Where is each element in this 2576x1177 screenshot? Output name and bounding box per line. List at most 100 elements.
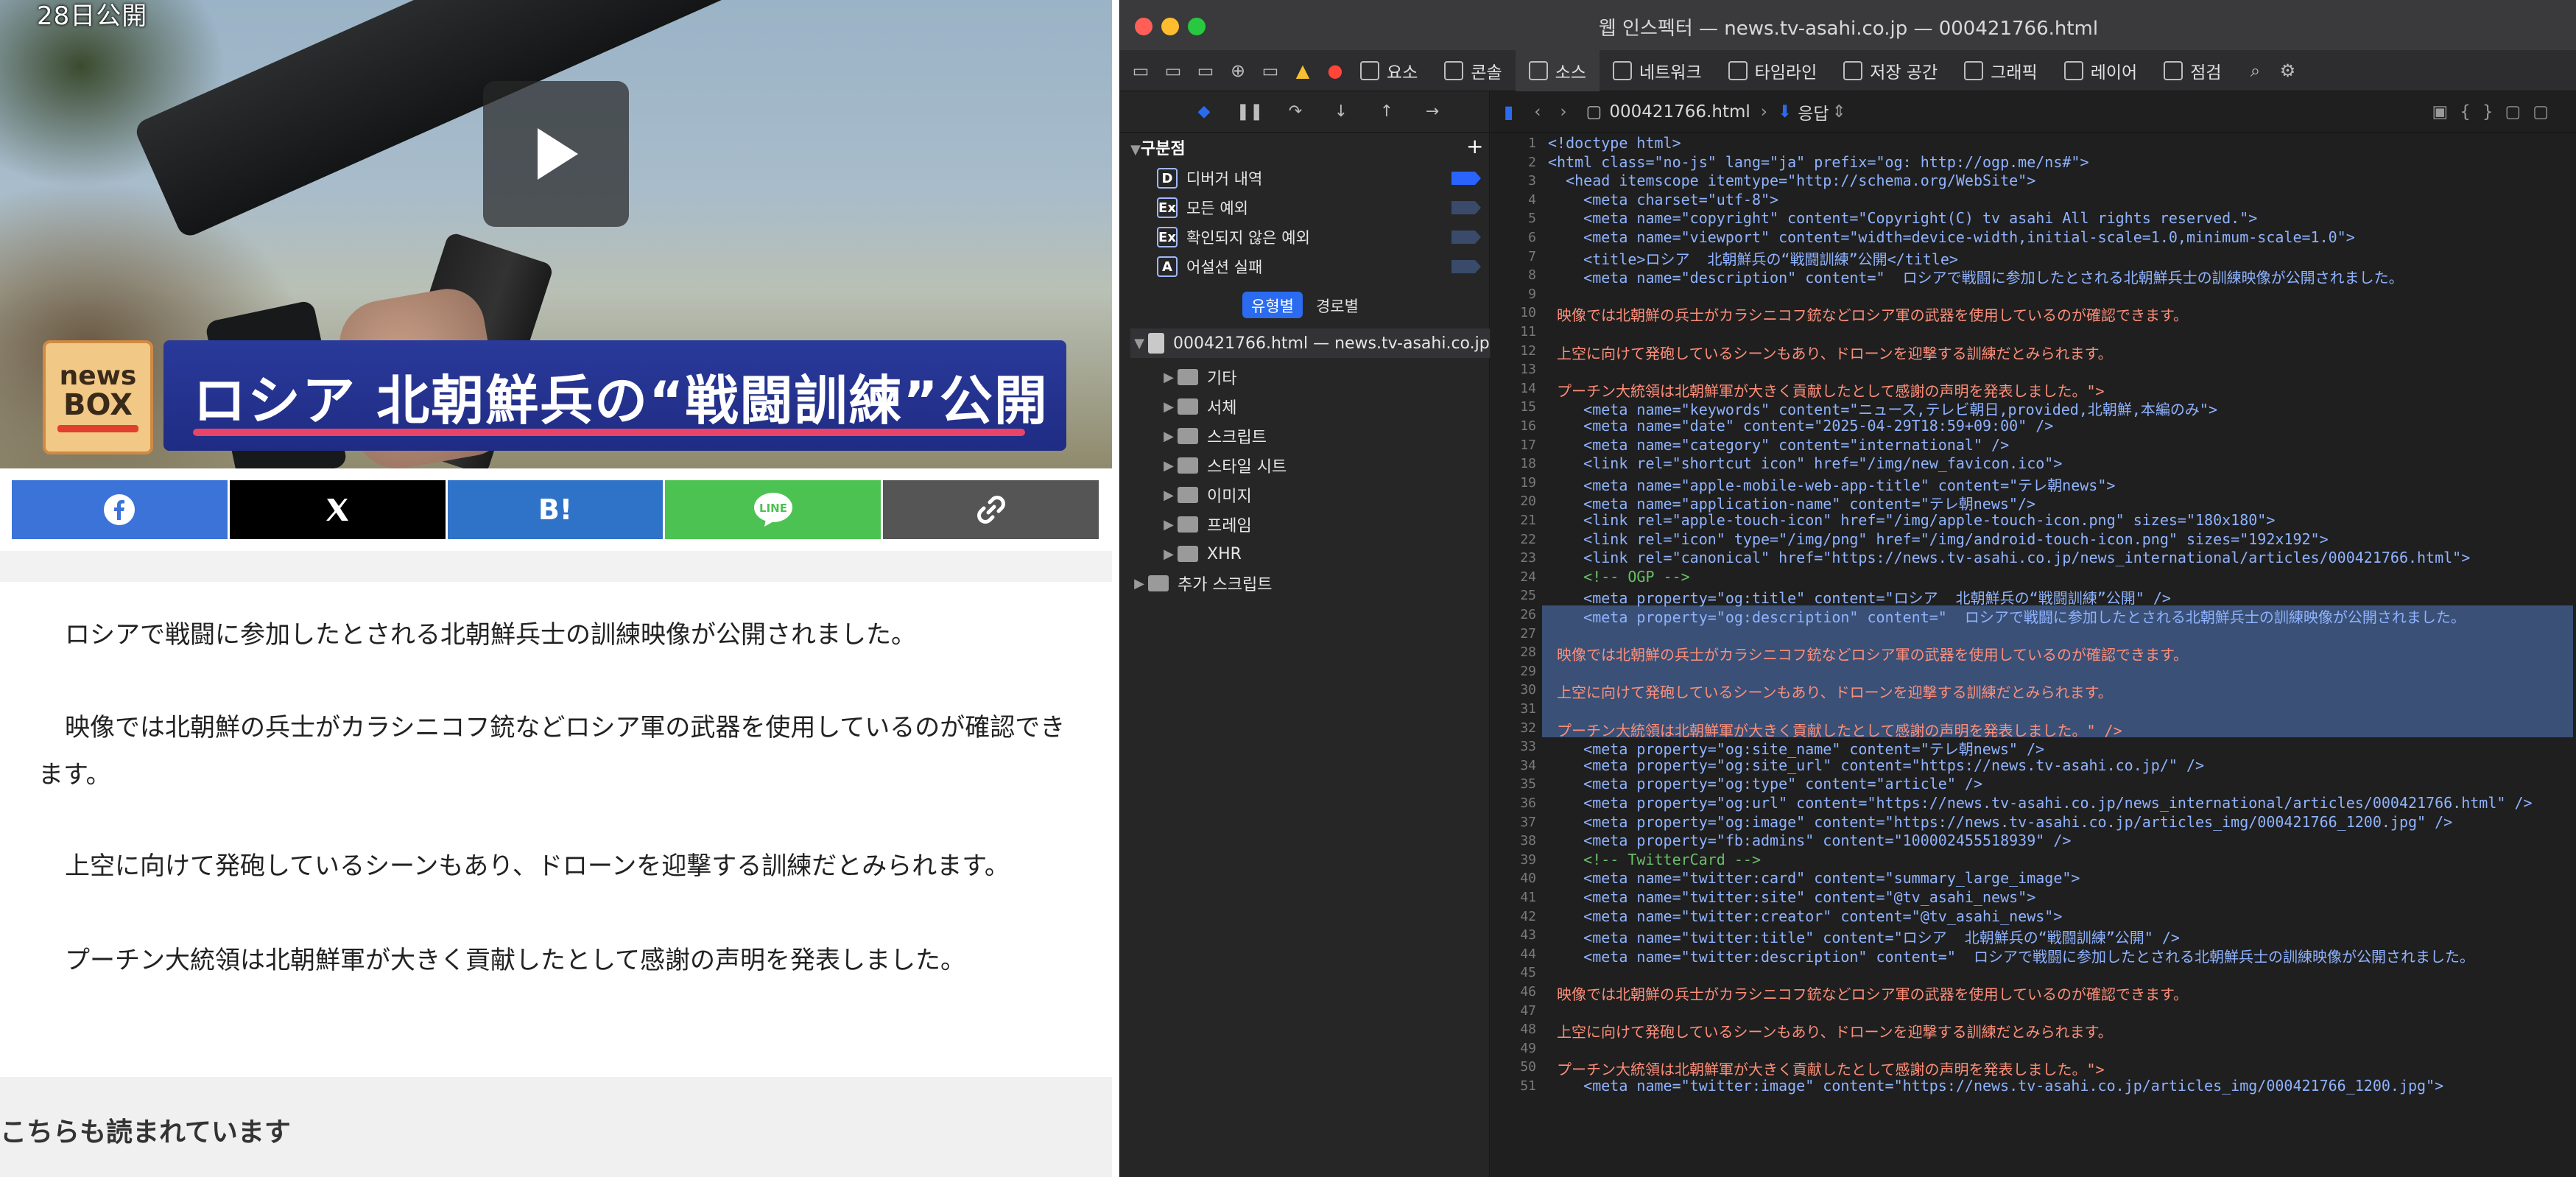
- line-number: 49: [1520, 1040, 1536, 1056]
- headline-underline: [193, 429, 1025, 436]
- breakpoint-item[interactable]: D 디버거 내역: [1157, 165, 1481, 192]
- breakpoint-flag-icon[interactable]: [1451, 231, 1481, 244]
- forward-icon[interactable]: ›: [1560, 102, 1566, 122]
- tab-timeline[interactable]: 타임라인: [1715, 50, 1831, 91]
- breakpoints-heading[interactable]: ▼구분점: [1130, 136, 1186, 159]
- copy-link-button[interactable]: [883, 480, 1099, 539]
- code-line: <meta name="category" content="internati…: [1548, 435, 2010, 454]
- folder-icon: [1178, 516, 1198, 533]
- tab-label: 그래픽: [1991, 63, 2038, 82]
- dock-bottom-icon[interactable]: ▭: [1161, 59, 1185, 82]
- share-hatena-button[interactable]: B!: [447, 480, 664, 539]
- line-number: 26: [1520, 607, 1536, 622]
- web-inspector-window: 웹 인스펙터 — news.tv-asahi.co.jp — 000421766…: [1119, 0, 2576, 1177]
- resource-folder[interactable]: ▶ 추가 스크립트: [1130, 570, 1272, 597]
- error-icon[interactable]: ●: [1323, 59, 1347, 82]
- tab-storage[interactable]: 저장 공간: [1830, 50, 1951, 91]
- code-line: <meta name="twitter:card" content="summa…: [1548, 869, 2080, 888]
- tab-label: 네트워크: [1639, 63, 1702, 82]
- resource-root-item[interactable]: ▼ 000421766.html — news.tv-asahi.co.jp: [1130, 328, 1490, 358]
- line-number: 42: [1520, 908, 1536, 924]
- video-player[interactable]: 28日公開 news BOX ロシア 北朝鮮兵の“戦闘訓練”公開: [0, 0, 1112, 468]
- line-number: 9: [1528, 286, 1536, 302]
- tab-label: 저장 공간: [1870, 63, 1938, 82]
- breakpoint-item[interactable]: Ex 확인되지 않은 예외: [1157, 224, 1481, 250]
- code-line: <meta name="viewport" content="width=dev…: [1548, 228, 2355, 246]
- code-line: <meta property="fb:admins" content="1000…: [1548, 832, 2072, 850]
- tab-network[interactable]: 네트워크: [1600, 50, 1715, 91]
- breakpoint-item[interactable]: A 어설션 실패: [1157, 253, 1481, 280]
- resource-folder[interactable]: ▶ 스타일 시트: [1160, 452, 1287, 479]
- facebook-icon: [104, 494, 136, 525]
- tab-graphics[interactable]: 그래픽: [1951, 50, 2050, 91]
- code-line: <!-- OGP -->: [1548, 567, 1690, 586]
- tab-console[interactable]: 콘솔: [1431, 50, 1515, 91]
- tab-elements[interactable]: 요소: [1347, 50, 1431, 91]
- dock-left-icon[interactable]: ▭: [1129, 59, 1152, 82]
- resource-folder[interactable]: ▶ 서체: [1160, 393, 1236, 420]
- editor-mode[interactable]: 응답: [1798, 99, 1829, 124]
- editor-actions-icons[interactable]: ▣{}▢▢: [2432, 102, 2561, 122]
- back-icon[interactable]: ‹: [1534, 102, 1541, 122]
- add-breakpoint-icon[interactable]: +: [1466, 134, 1483, 158]
- breakpoint-item[interactable]: Ex 모든 예외: [1157, 194, 1481, 221]
- line-number: 25: [1520, 588, 1536, 604]
- tab-audit[interactable]: 점검: [2150, 50, 2234, 91]
- resource-folder[interactable]: ▶ 프레임: [1160, 511, 1252, 538]
- code-line: <meta property="og:description" content=…: [1548, 608, 2466, 626]
- line-number: 7: [1528, 248, 1536, 264]
- warning-icon[interactable]: ▲: [1291, 59, 1315, 82]
- code-line: <head itemscope itemtype="http://schema.…: [1548, 172, 2036, 190]
- step-out-icon[interactable]: ↑: [1376, 102, 1397, 121]
- breakpoint-flag-icon[interactable]: [1451, 260, 1481, 273]
- breakpoint-flag-icon[interactable]: [1451, 201, 1481, 214]
- line-number: 32: [1520, 720, 1536, 736]
- code-line: <meta property="og:site_url" content="ht…: [1548, 756, 2205, 774]
- step-icon[interactable]: →: [1422, 102, 1443, 121]
- share-x-button[interactable]: [229, 480, 446, 539]
- line-number: 40: [1520, 871, 1536, 887]
- article-paragraph: プーチン大統領は北朝鮮軍が大きく貢献したとして感謝の声明を発表しました。: [65, 946, 965, 975]
- tab-label: 소스: [1555, 63, 1586, 82]
- resource-folder[interactable]: ▶ 스크립트: [1160, 423, 1267, 449]
- navigator-toggle-icon[interactable]: ▮: [1504, 102, 1513, 122]
- device-icon[interactable]: ▭: [1259, 59, 1282, 82]
- search-icon[interactable]: ⌕: [2244, 59, 2267, 82]
- play-button[interactable]: [483, 81, 629, 227]
- code-line: <meta name="twitter:image" content="http…: [1548, 1077, 2444, 1095]
- tab-layers[interactable]: 레이어: [2051, 50, 2150, 91]
- share-line-button[interactable]: LINE: [665, 480, 881, 539]
- editor-filename[interactable]: 000421766.html: [1609, 102, 1750, 122]
- tab-sources[interactable]: 소스: [1515, 49, 1600, 91]
- console-icon: [1444, 60, 1464, 80]
- code-line: <!-- TwitterCard -->: [1548, 850, 1761, 868]
- settings-gear-icon[interactable]: ⚙: [2276, 59, 2300, 82]
- group-by-path-button[interactable]: 경로별: [1307, 292, 1368, 318]
- share-facebook-button[interactable]: [12, 480, 228, 539]
- code-view[interactable]: 1 <!doctype html> 2 <html class="no-js" lan…: [1491, 134, 2576, 1177]
- window-titlebar[interactable]: 웹 인스펙터 — news.tv-asahi.co.jp — 000421766…: [1120, 0, 2576, 50]
- group-by-control: 유형별 경로별: [1242, 292, 1368, 318]
- step-into-icon[interactable]: ↓: [1331, 102, 1351, 121]
- element-picker-icon[interactable]: ⊕: [1226, 59, 1250, 82]
- graphics-icon: [1964, 60, 1984, 80]
- resource-folder[interactable]: ▶ XHR: [1160, 541, 1242, 567]
- folder-icon: [1148, 575, 1169, 591]
- line-number: 29: [1520, 663, 1536, 679]
- breakpoints-toggle-icon[interactable]: ◆: [1194, 102, 1214, 121]
- folder-icon: [1178, 487, 1198, 503]
- tab-label: 레이어: [2090, 63, 2138, 82]
- pause-icon[interactable]: ❚❚: [1236, 102, 1264, 121]
- storage-icon: [1843, 60, 1863, 80]
- breakpoint-flag-icon[interactable]: [1451, 172, 1481, 185]
- resource-folder[interactable]: ▶ 이미지: [1160, 482, 1252, 508]
- breakpoint-label: 확인되지 않은 예외: [1186, 229, 1310, 247]
- disclosure-closed-icon: ▶: [1164, 487, 1174, 503]
- code-line: 上空に向けて発砲しているシーンもあり、ドローンを迎撃する訓練だとみられます。: [1548, 1023, 2113, 1041]
- step-over-icon[interactable]: ↷: [1285, 102, 1306, 121]
- resource-folder[interactable]: ▶ 기타: [1160, 364, 1236, 390]
- dock-right-icon[interactable]: ▭: [1194, 59, 1217, 82]
- group-by-type-button[interactable]: 유형별: [1242, 292, 1303, 318]
- disclosure-closed-icon: ▶: [1164, 546, 1174, 562]
- chevron-updown-icon[interactable]: ⇕: [1832, 102, 1846, 122]
